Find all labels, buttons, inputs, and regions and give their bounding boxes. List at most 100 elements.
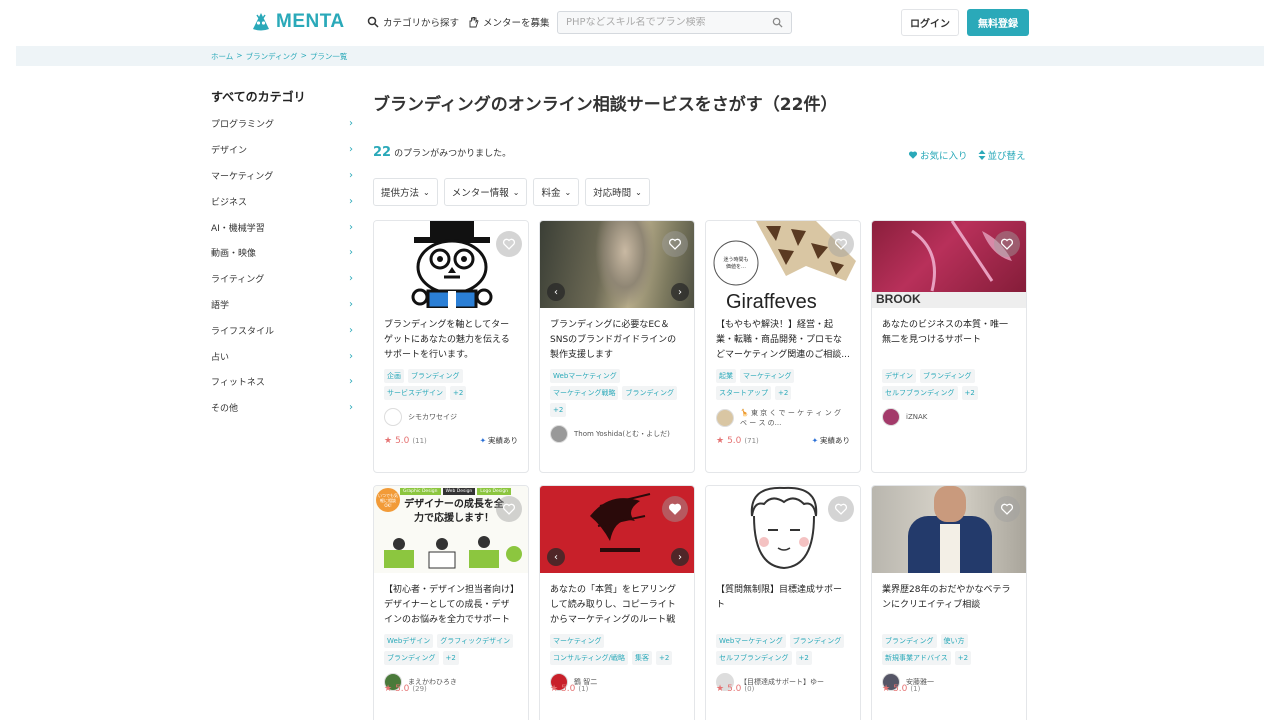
filter-dropdown[interactable]: メンター情報 ⌄ <box>443 178 528 206</box>
plan-tag[interactable]: ブランディング <box>920 369 975 383</box>
plan-tag[interactable]: ブランディング <box>622 386 677 400</box>
sidebar-category-item[interactable]: ビジネス › <box>211 188 353 214</box>
favorite-button[interactable] <box>496 496 522 522</box>
sidebar-category-item[interactable]: 語学 › <box>211 292 353 318</box>
breadcrumb-plan-list[interactable]: プラン一覧 <box>310 51 348 62</box>
plan-tag[interactable]: デザイン <box>882 369 916 383</box>
card-footer: ★ 5.0 (71) ✦ 実績あり <box>716 435 850 446</box>
sidebar-category-item[interactable]: ライティング › <box>211 266 353 292</box>
plan-tag[interactable]: ブランディング <box>789 634 845 648</box>
sidebar-category-item[interactable]: マーケティング › <box>211 163 353 189</box>
mentor-info[interactable]: シモカワセイジ <box>384 408 518 426</box>
favorite-button[interactable] <box>828 231 854 257</box>
chevron-right-icon: › <box>349 376 353 388</box>
plan-tag[interactable]: セルフブランディング <box>882 386 958 400</box>
plan-card[interactable]: BROOK あなたのビジネスの本質・唯一無二を見つけるサポート デザイン ブランデ… <box>871 220 1027 473</box>
favorite-button[interactable] <box>994 231 1020 257</box>
carousel-prev-button[interactable]: ‹ <box>547 283 565 301</box>
plan-tag[interactable]: +2 <box>954 651 972 665</box>
favorite-button[interactable] <box>662 231 688 257</box>
plan-tag[interactable]: グラフィックデザイン <box>437 634 514 648</box>
plan-tag[interactable]: Webマーケティング <box>550 369 620 383</box>
carousel-next-button[interactable]: › <box>671 548 689 566</box>
nav-recruit-link[interactable]: メンターを募集 <box>467 15 550 29</box>
plan-title[interactable]: ブランディングに必要なEC＆SNSのブランドガイドラインの製作支援します <box>550 318 684 363</box>
plan-tag[interactable]: +2 <box>550 403 567 417</box>
sidebar-category-item[interactable]: その他 › <box>211 395 353 421</box>
favorite-button[interactable] <box>994 496 1020 522</box>
nav-category-label: カテゴリから探す <box>383 18 460 29</box>
carousel-next-button[interactable]: › <box>671 283 689 301</box>
plan-card[interactable]: 【質問無制限】目標達成サポート Webマーケティング ブランディングセルフブランデ… <box>705 485 861 720</box>
plan-tag[interactable]: コンサルティング/戦略 <box>550 651 628 665</box>
plan-title[interactable]: 【質問無制限】目標達成サポート <box>716 583 850 628</box>
plan-title[interactable]: 【もやもや解決！】経営・起業・転職・商品開発・プロモなどマーケティング関連のご相… <box>716 318 850 363</box>
sidebar-category-item[interactable]: 占い › <box>211 343 353 369</box>
plan-tag[interactable]: +2 <box>442 651 459 665</box>
plan-tag[interactable]: セルフブランディング <box>716 651 792 665</box>
plan-tag[interactable]: +2 <box>795 651 812 665</box>
plan-card[interactable]: ‹ › あなたの「本質」をヒアリングして読み取りし、コピーライトからマーケティング… <box>539 485 695 720</box>
plan-tag[interactable]: マーケティング <box>550 634 605 648</box>
filter-dropdown[interactable]: 提供方法 ⌄ <box>373 178 438 206</box>
login-button[interactable]: ログイン <box>901 9 959 36</box>
plan-card[interactable]: 迷う時間も 価値を… Giraffeyes 【もやもや解決！】経営・起業・転職・… <box>705 220 861 473</box>
mentor-info[interactable]: 🦒 東 京 く で ー ケ テ ィ ン グ ベ ー ス の... <box>716 408 850 428</box>
plan-tag[interactable]: +2 <box>655 651 673 665</box>
sidebar-category-item[interactable]: ライフスタイル › <box>211 317 353 343</box>
register-button[interactable]: 無料登録 <box>967 9 1029 36</box>
chevron-down-icon: ⌄ <box>564 187 572 197</box>
plan-tag[interactable]: 集客 <box>631 651 652 665</box>
filter-dropdown[interactable]: 料金 ⌄ <box>533 178 580 206</box>
plan-tag[interactable]: 新規事業アドバイス <box>882 651 951 665</box>
plan-tag[interactable]: Webマーケティング <box>716 634 786 648</box>
plan-tag[interactable]: Webデザイン <box>384 634 434 648</box>
plan-tag[interactable]: +2 <box>775 386 792 400</box>
favorite-button[interactable] <box>828 496 854 522</box>
plan-tag[interactable]: +2 <box>961 386 978 400</box>
search-input[interactable] <box>566 17 772 28</box>
plan-card[interactable]: ‹ › ブランディングに必要なEC＆SNSのブランドガイドラインの製作支援します … <box>539 220 695 473</box>
plan-card[interactable]: 業界歴28年のおだやかなベテランにクリエイティブ相談 ブランディング 使い方新規事… <box>871 485 1027 720</box>
plan-tag[interactable]: ブランディング <box>384 651 439 665</box>
plan-title[interactable]: あなたの「本質」をヒアリングして読み取りし、コピーライトからマーケティングのルー… <box>550 583 684 628</box>
plan-title[interactable]: あなたのビジネスの本質・唯一無二を見つけるサポート <box>882 318 1016 363</box>
sort-link[interactable]: 並び替え <box>978 148 1026 162</box>
favorites-link[interactable]: お気に入り <box>908 148 968 162</box>
plan-card[interactable]: Graphic Design Web Design Logo Design いつ… <box>373 485 529 720</box>
plan-title[interactable]: ブランディングを軸としてターゲットにあなたの魅力を伝えるサポートを行います。 <box>384 318 518 363</box>
sidebar-category-item[interactable]: 動画・映像 › <box>211 240 353 266</box>
plan-tag[interactable]: マーケティング <box>740 369 795 383</box>
search-icon[interactable] <box>772 17 783 28</box>
plan-tag[interactable]: マーケティング戦略 <box>550 386 619 400</box>
plan-tag[interactable]: ブランディング <box>408 369 463 383</box>
filter-label: 料金 <box>541 188 561 199</box>
breadcrumb-separator: > <box>300 51 307 60</box>
plan-tag[interactable]: ブランディング <box>882 634 937 648</box>
sidebar-category-item[interactable]: AI・機械学習 › <box>211 214 353 240</box>
plan-card[interactable]: ブランディングを軸としてターゲットにあなたの魅力を伝えるサポートを行います。 企… <box>373 220 529 473</box>
breadcrumb-branding[interactable]: ブランディング <box>246 51 298 62</box>
mentor-info[interactable]: iZNAK <box>882 408 1016 426</box>
breadcrumb-home[interactable]: ホーム <box>211 51 233 62</box>
carousel-prev-button[interactable]: ‹ <box>547 548 565 566</box>
plan-tag[interactable]: +2 <box>450 386 467 400</box>
favorite-button[interactable] <box>662 496 688 522</box>
sidebar-title: すべてのカテゴリ <box>211 90 306 104</box>
nav-category-link[interactable]: カテゴリから探す <box>367 15 459 29</box>
plan-tag[interactable]: スタートアップ <box>716 386 771 400</box>
filter-dropdown[interactable]: 対応時間 ⌄ <box>585 178 650 206</box>
plan-tag[interactable]: 使い方 <box>940 634 968 648</box>
plan-tag[interactable]: 企画 <box>384 369 404 383</box>
plan-tag[interactable]: 起業 <box>716 369 736 383</box>
sidebar-category-item[interactable]: プログラミング › <box>211 111 353 137</box>
plan-tag[interactable]: サービスデザイン <box>384 386 446 400</box>
mentor-info[interactable]: Thom Yoshida(とむ・よしだ) <box>550 425 684 443</box>
plan-title[interactable]: 業界歴28年のおだやかなベテランにクリエイティブ相談 <box>882 583 1016 628</box>
breadcrumb: ホーム > ブランディング > プラン一覧 <box>211 51 347 62</box>
plan-title[interactable]: 【初心者・デザイン担当者向け】デザイナーとしての成長・デザインのお悩みを全力でサ… <box>384 583 518 628</box>
logo[interactable]: MENTA <box>250 11 345 33</box>
sidebar-category-item[interactable]: フィットネス › <box>211 369 353 395</box>
sidebar-category-item[interactable]: デザイン › <box>211 137 353 163</box>
favorite-button[interactable] <box>496 231 522 257</box>
